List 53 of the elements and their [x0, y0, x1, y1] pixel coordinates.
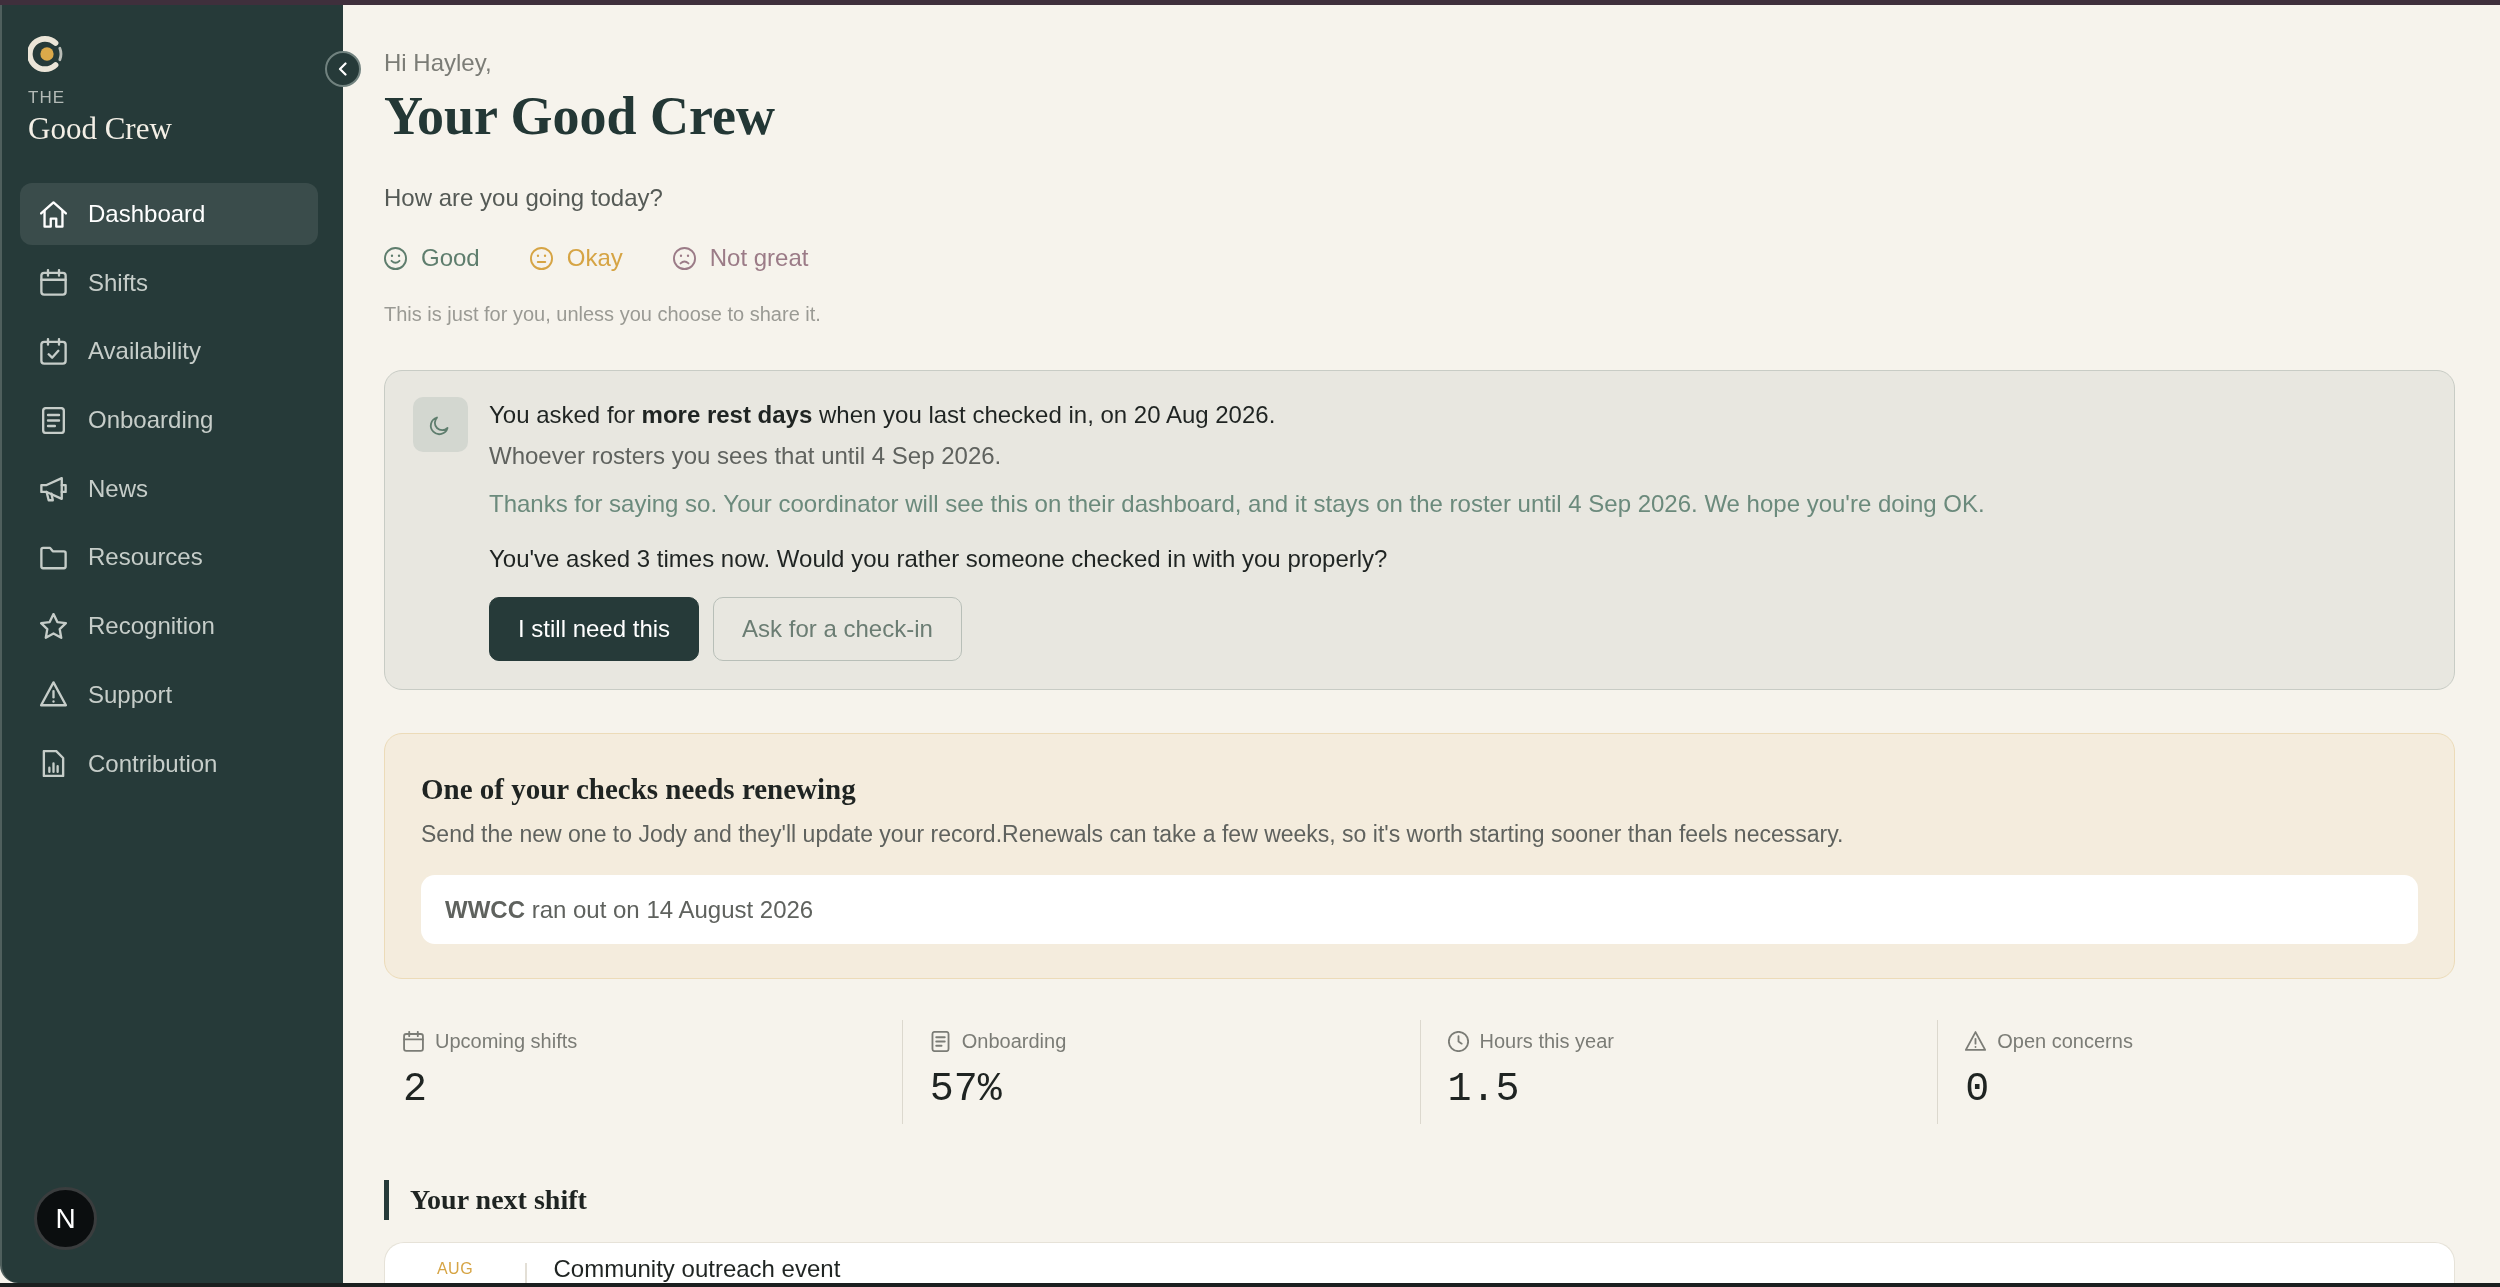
- shift-title: Community outreach event: [553, 1255, 841, 1283]
- star-icon: [40, 612, 67, 640]
- home-icon: [40, 200, 67, 228]
- nav-item[interactable]: Contribution: [20, 732, 318, 795]
- greeting-text: Hi Hayley,: [384, 48, 492, 78]
- nav-item[interactable]: Recognition: [20, 595, 318, 658]
- stat-label: Hours this year: [1479, 1029, 1614, 1053]
- document-icon: [929, 1030, 951, 1052]
- check-in-prompt: You've asked 3 times now. Would you rather someone checked in with you properly?: [489, 544, 1388, 574]
- nav-item[interactable]: News: [20, 457, 318, 520]
- document-icon: [40, 406, 67, 434]
- expired-check-notice: WWCC ran out on 14 August 2026: [421, 875, 2418, 944]
- shift-card[interactable]: AUG Community outreach event: [384, 1242, 2455, 1283]
- shift-month: AUG: [436, 1259, 474, 1279]
- nav-item[interactable]: Resources: [20, 526, 318, 589]
- mood-option[interactable]: Good: [384, 243, 480, 273]
- nav-item[interactable]: Dashboard: [20, 183, 318, 245]
- nav-item[interactable]: Support: [20, 663, 318, 726]
- nav-item[interactable]: Onboarding: [20, 389, 318, 452]
- moon-icon: [413, 397, 468, 452]
- nav-item[interactable]: Shifts: [20, 251, 318, 314]
- nav-item[interactable]: Availability: [20, 320, 318, 383]
- warning-icon: [40, 681, 67, 709]
- brand-prefix: THE: [28, 88, 65, 108]
- stat-label: Upcoming shifts: [435, 1029, 578, 1053]
- acknowledgement-text: Thanks for saying so. Your coordinator will see this on their dashboard, and it stays on the roster until 4 Sep 2026. We hope you're doing OK.: [489, 489, 1985, 519]
- stat-value: 0: [1965, 1068, 1990, 1112]
- calendar-icon: [40, 269, 67, 297]
- bar-chart-document-icon: [40, 750, 67, 777]
- calendar-check-icon: [40, 337, 67, 365]
- megaphone-icon: [40, 475, 67, 503]
- section-heading: Your next shift: [384, 1180, 587, 1220]
- stat-label: Onboarding: [961, 1029, 1067, 1053]
- privacy-note: This is just for you, unless you choose to share it.: [384, 302, 821, 327]
- renewal-title: One of your checks needs renewing: [421, 772, 856, 806]
- mood-question: How are you going today?: [384, 183, 663, 213]
- stat-label: Open concerns: [1997, 1029, 2133, 1053]
- check-in-button[interactable]: Ask for a check-in: [713, 597, 962, 661]
- stat-value: 2: [403, 1068, 427, 1112]
- stat-value: 57%: [929, 1068, 1002, 1112]
- roster-visibility-note: Whoever rosters you sees that until 4 Sep 2026.: [489, 441, 1002, 471]
- brand-name: Good Crew: [28, 112, 172, 146]
- clock-icon: [1447, 1030, 1469, 1052]
- request-summary: You asked for more rest days when you last checked in, on 20 Aug 2026.: [489, 400, 1276, 430]
- dev-tools-button[interactable]: N: [34, 1187, 97, 1250]
- collapse-sidebar-button[interactable]: [325, 51, 361, 87]
- still-need-button[interactable]: I still need this: [489, 597, 700, 661]
- stat-value: 1.5: [1447, 1068, 1520, 1112]
- chevron-left-icon: [337, 62, 349, 76]
- page-title: Your Good Crew: [384, 86, 776, 146]
- renewal-description: Send the new one to Jody and they'll update your record.Renewals can take a few weeks, so it's worth starting sooner than feels necessary.: [421, 820, 1844, 849]
- warning-icon: [1965, 1030, 1987, 1052]
- calendar-icon: [403, 1030, 424, 1052]
